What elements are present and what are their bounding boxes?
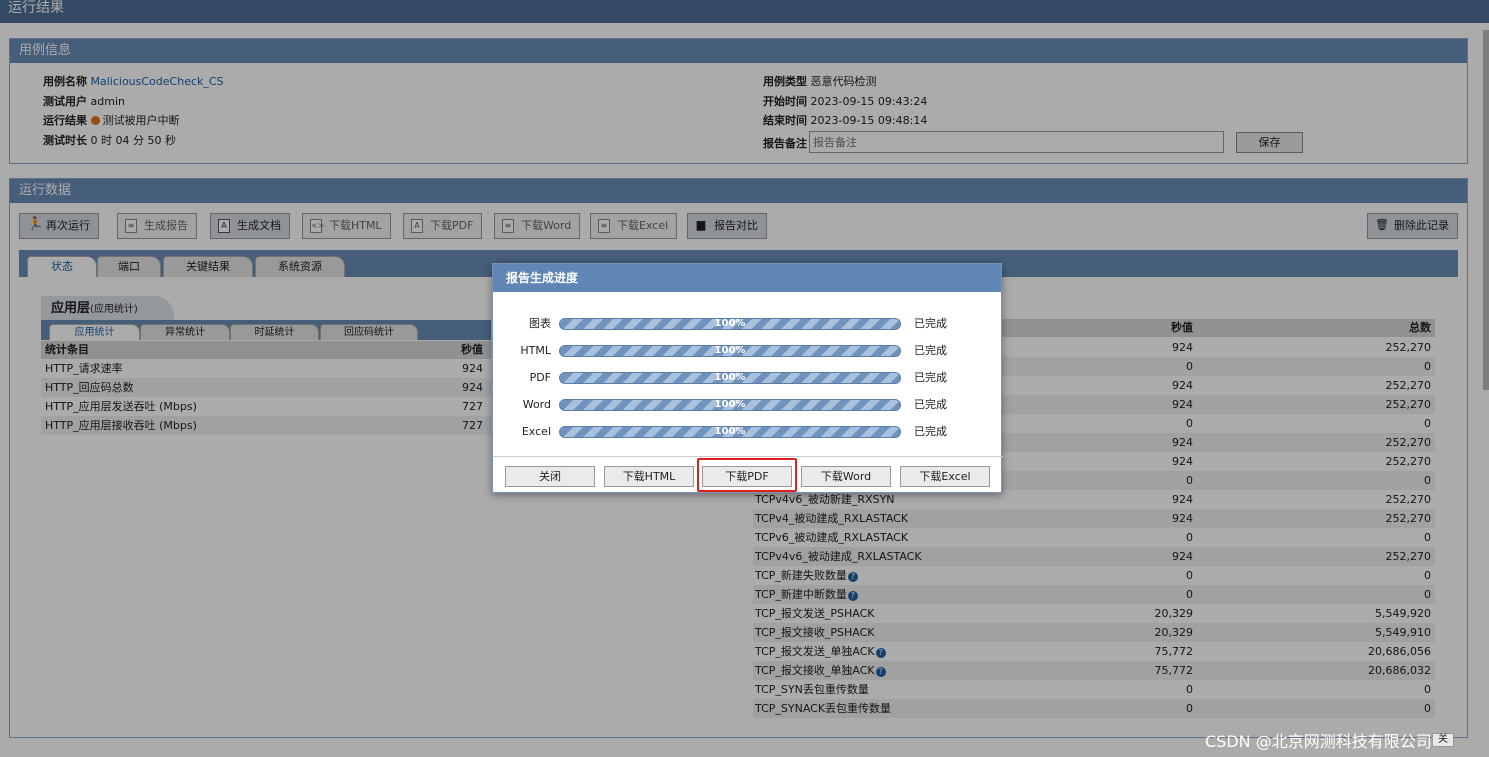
- progress-label: 图表: [529, 317, 551, 330]
- close-button[interactable]: 关闭: [505, 466, 595, 487]
- progress-status: 已完成: [914, 425, 947, 438]
- progress-row: 图表 100% 已完成: [493, 315, 1003, 333]
- progress-percent: 100%: [714, 372, 746, 383]
- progress-label: Word: [522, 398, 551, 411]
- watermark: CSDN @北京网测科技有限公司: [1205, 732, 1432, 751]
- progress-row: Excel 100% 已完成: [493, 423, 1003, 441]
- progress-status: 已完成: [914, 344, 947, 357]
- pdf-highlight-box: [697, 458, 797, 492]
- progress-status: 已完成: [914, 317, 947, 330]
- progress-bar: 100%: [559, 318, 901, 330]
- dialog-title: 报告生成进度: [493, 264, 1001, 292]
- corner-button[interactable]: 关: [1432, 733, 1454, 747]
- dialog-download-word-button[interactable]: 下载Word: [801, 466, 891, 487]
- progress-label: Excel: [521, 425, 551, 438]
- progress-status: 已完成: [914, 398, 947, 411]
- progress-row: Word 100% 已完成: [493, 396, 1003, 414]
- progress-label: PDF: [529, 371, 551, 384]
- progress-bar: 100%: [559, 426, 901, 438]
- progress-status: 已完成: [914, 371, 947, 384]
- progress-bar: 100%: [559, 345, 901, 357]
- progress-percent: 100%: [714, 399, 746, 410]
- progress-percent: 100%: [714, 345, 746, 356]
- progress-percent: 100%: [714, 318, 746, 329]
- dialog-download-html-button[interactable]: 下载HTML: [604, 466, 694, 487]
- dialog-divider: [493, 456, 1003, 457]
- progress-row: PDF 100% 已完成: [493, 369, 1003, 387]
- dialog-download-excel-button[interactable]: 下载Excel: [900, 466, 990, 487]
- progress-bar: 100%: [559, 372, 901, 384]
- progress-row: HTML 100% 已完成: [493, 342, 1003, 360]
- progress-label: HTML: [520, 344, 551, 357]
- progress-bar: 100%: [559, 399, 901, 411]
- progress-percent: 100%: [714, 426, 746, 437]
